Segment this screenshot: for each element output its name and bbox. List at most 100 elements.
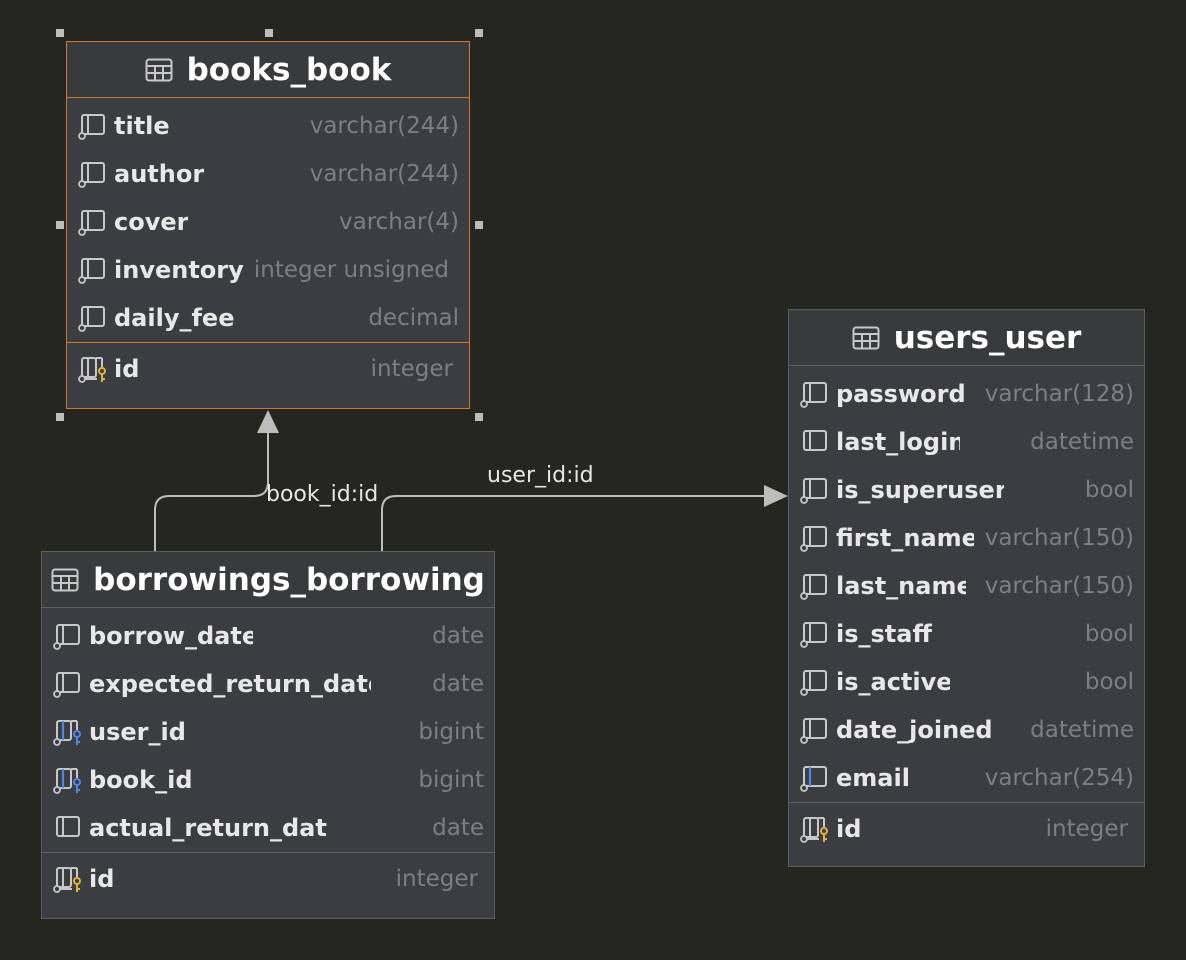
column-name: daily_fee	[114, 304, 235, 332]
column-type: bigint	[418, 767, 484, 793]
primary-key-row[interactable]: id integer	[67, 342, 469, 394]
column-row[interactable]: last_login datetime	[789, 418, 1144, 466]
table-borrowings-borrowing[interactable]: borrowings_borrowing borrow_date date ex…	[41, 551, 495, 919]
column-name: is_staff	[836, 620, 932, 648]
column-row[interactable]: first_name varchar(150)	[789, 514, 1144, 562]
column-type: integer unsigned	[253, 257, 449, 283]
column-row[interactable]: actual_return_date date	[42, 804, 494, 852]
column-name: last_name	[836, 572, 966, 600]
foreign-key-column-icon	[52, 765, 82, 795]
connector-book-arrowhead	[257, 410, 279, 433]
column-type: bool	[1084, 621, 1134, 647]
nullable-column-icon	[77, 111, 107, 141]
nullable-column-icon	[77, 207, 107, 237]
column-type: varchar(4)	[338, 209, 459, 235]
selection-handle-bottom-right[interactable]	[475, 413, 483, 421]
relation-label-book[interactable]: book_id:id	[266, 482, 378, 507]
column-row[interactable]: title varchar(244)	[67, 98, 469, 150]
column-row[interactable]: date_joined datetime	[789, 706, 1144, 754]
column-row[interactable]: cover varchar(4)	[67, 198, 469, 246]
column-type: integer	[370, 355, 453, 382]
selection-handle-bottom-left[interactable]	[56, 413, 64, 421]
column-row[interactable]: email varchar(254)	[789, 754, 1144, 802]
column-icon	[799, 427, 829, 457]
column-name: borrow_date	[89, 622, 253, 650]
column-type: varchar(150)	[984, 525, 1134, 551]
table-name: users_user	[893, 319, 1082, 356]
nullable-column-icon	[799, 379, 829, 409]
selection-handle-top-right[interactable]	[475, 29, 483, 37]
column-name: actual_return_date	[89, 814, 327, 842]
nullable-column-icon	[799, 715, 829, 745]
table-name: borrowings_borrowing	[93, 561, 485, 598]
column-name: id	[114, 354, 140, 383]
table-icon	[145, 58, 173, 82]
table-header[interactable]: books_book	[67, 42, 469, 98]
column-type: integer	[395, 865, 478, 892]
table-icon	[51, 568, 79, 592]
nullable-column-icon	[77, 303, 107, 333]
column-row[interactable]: user_id bigint	[42, 708, 494, 756]
column-type: bool	[1084, 477, 1134, 503]
column-row[interactable]: borrow_date date	[42, 608, 494, 660]
column-type: varchar(128)	[984, 381, 1134, 407]
nullable-column-icon	[799, 571, 829, 601]
selection-handle-top[interactable]	[265, 29, 273, 37]
connector-user-relation[interactable]	[381, 495, 764, 551]
column-row[interactable]: last_name varchar(150)	[789, 562, 1144, 610]
primary-key-column-icon	[77, 354, 107, 384]
column-name: expected_return_date	[89, 670, 371, 698]
column-name: id	[89, 864, 115, 893]
selection-handle-left[interactable]	[56, 221, 64, 229]
column-name: inventory	[114, 256, 244, 284]
table-header[interactable]: users_user	[789, 310, 1144, 366]
connector-book-relation[interactable]	[154, 432, 269, 551]
column-type: varchar(150)	[984, 573, 1134, 599]
column-row[interactable]: is_active bool	[789, 658, 1144, 706]
nullable-column-icon	[52, 669, 82, 699]
column-type: date	[432, 623, 484, 649]
column-type: decimal	[368, 305, 459, 331]
column-type: bool	[1084, 669, 1134, 695]
column-type: bigint	[418, 719, 484, 745]
foreign-key-column-icon	[52, 717, 82, 747]
nullable-column-icon	[799, 475, 829, 505]
column-name: password	[836, 380, 966, 408]
connector-user-arrowhead	[764, 485, 788, 507]
column-name: last_login	[836, 428, 960, 456]
column-row[interactable]: daily_fee decimal	[67, 294, 469, 342]
table-name: books_book	[186, 51, 392, 88]
nullable-column-icon	[77, 255, 107, 285]
column-name: user_id	[89, 718, 186, 746]
column-row[interactable]: author varchar(244)	[67, 150, 469, 198]
column-name: cover	[114, 208, 189, 236]
table-header[interactable]: borrowings_borrowing	[42, 552, 494, 608]
column-type: date	[432, 671, 484, 697]
column-row[interactable]: is_staff bool	[789, 610, 1144, 658]
selection-handle-right[interactable]	[475, 221, 483, 229]
column-row[interactable]: expected_return_date date	[42, 660, 494, 708]
column-row[interactable]: book_id bigint	[42, 756, 494, 804]
primary-key-row[interactable]: id integer	[789, 802, 1144, 854]
column-name: is_active	[836, 668, 950, 696]
table-users-user[interactable]: users_user password varchar(128) last_lo…	[788, 309, 1145, 867]
column-name: title	[114, 112, 170, 140]
nullable-column-icon	[77, 159, 107, 189]
column-type: integer	[1045, 815, 1128, 842]
column-row[interactable]: is_superuser bool	[789, 466, 1144, 514]
column-type: datetime	[1030, 429, 1134, 455]
selection-handle-top-left[interactable]	[56, 29, 64, 37]
table-icon	[852, 326, 880, 350]
nullable-column-icon	[799, 619, 829, 649]
column-name: email	[836, 764, 910, 792]
column-row[interactable]: inventory integer unsigned	[67, 246, 469, 294]
primary-key-row[interactable]: id integer	[42, 852, 494, 904]
column-type: datetime	[1030, 717, 1134, 743]
primary-key-column-icon	[799, 814, 829, 844]
column-row[interactable]: password varchar(128)	[789, 366, 1144, 418]
column-name: is_superuser	[836, 476, 1004, 504]
relation-label-user[interactable]: user_id:id	[487, 463, 594, 488]
unique-column-icon	[799, 763, 829, 793]
table-books-book[interactable]: books_book title varchar(244) author var…	[66, 41, 470, 409]
column-type: varchar(254)	[984, 765, 1134, 791]
